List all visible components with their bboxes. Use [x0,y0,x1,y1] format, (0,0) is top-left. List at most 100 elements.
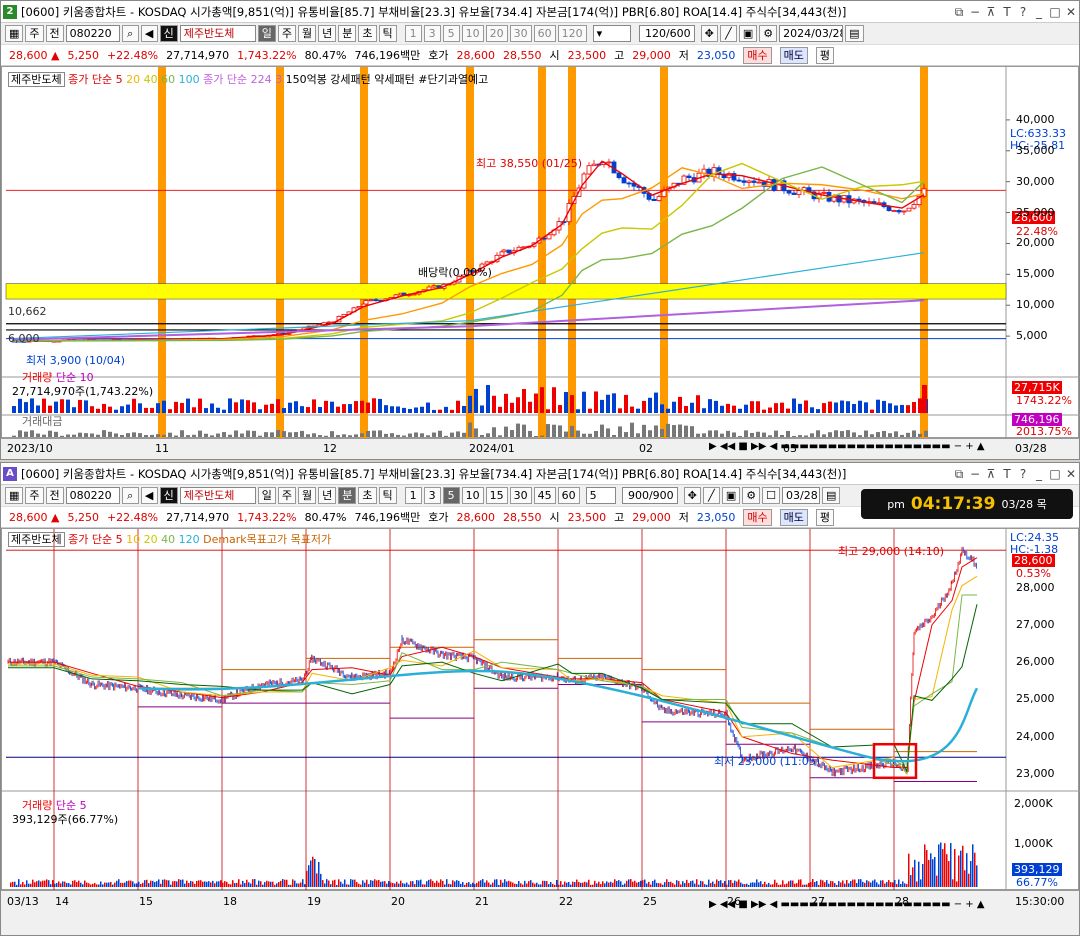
interval-3[interactable]: 3 [423,25,441,42]
volume-bar [422,884,424,887]
stock-code-input[interactable]: 080220 [65,487,120,504]
pin-icon[interactable]: ⊼ [983,466,999,482]
interval-60[interactable]: 60 [533,25,556,42]
sell-button[interactable]: 매도 [779,46,808,64]
min-icon[interactable]: _ [1031,466,1047,482]
tools-icon[interactable]: ✥ [683,487,701,504]
period-month[interactable]: 월 [298,487,317,504]
market-select[interactable]: 주 [25,487,44,504]
stock-code-input[interactable]: 080220 [65,25,120,42]
candle-body [901,210,907,213]
line-tool-icon[interactable]: ╱ [719,25,737,42]
close-icon[interactable]: ✕ [1063,466,1079,482]
period-minute[interactable]: 분 [338,25,357,42]
max-icon[interactable]: □ [1047,466,1063,482]
scroll-controls[interactable]: ▶ ◀◀ ■ ▶▶ ◀ ▬▬▬▬▬▬▬▬▬▬▬▬▬▬▬▬▬▬ − + ▲ [709,441,985,452]
help-icon[interactable]: ? [1015,466,1031,482]
interval-dropdown[interactable]: 5 [585,487,616,504]
buy-button[interactable]: 매수 [743,46,772,64]
close-icon[interactable]: ✕ [1063,4,1079,20]
interval-10[interactable]: 10 [461,25,484,42]
sound-icon[interactable]: ◀ [140,25,158,42]
interval-3[interactable]: 3 [423,487,441,504]
period-week[interactable]: 주 [277,25,297,42]
bar-count-input[interactable]: 120/600 [638,25,695,42]
volume-bar [66,883,68,887]
period-year[interactable]: 년 [318,487,337,504]
help-icon[interactable]: ? [1015,4,1031,20]
period-day[interactable]: 일 [257,25,276,42]
volume-bar [262,884,264,887]
volume-bar [178,879,180,887]
date-input[interactable]: 03/28 [782,487,821,504]
search-icon[interactable]: ⌕ [121,25,139,42]
settings-icon[interactable]: ⚙ [742,487,761,504]
minimize-icon[interactable]: − [967,4,983,20]
volume-bar [482,879,484,887]
pin-icon[interactable]: ⊼ [983,4,999,20]
text-icon[interactable]: T [999,4,1015,20]
settings-icon[interactable]: ⚙ [759,25,778,42]
interval-45[interactable]: 45 [533,487,556,504]
range-select[interactable]: 전 [45,25,64,42]
daily-chart-canvas[interactable] [2,67,1080,439]
sell-button[interactable]: 매도 [779,508,808,526]
sound-icon[interactable]: ◀ [140,487,158,504]
interval-30[interactable]: 30 [509,487,532,504]
amount-bar [426,435,430,437]
interval-5[interactable]: 5 [442,487,460,504]
interval-1[interactable]: 1 [404,25,422,42]
volume-bar [110,881,112,887]
checkbox[interactable]: ☐ [762,487,781,504]
tools-icon[interactable]: ✥ [700,25,718,42]
save-icon[interactable]: ▣ [738,25,758,42]
bar-count-input[interactable]: 900/900 [621,487,678,504]
volume-bar [524,880,526,887]
period-tick[interactable]: 틱 [378,487,397,504]
scroll-controls[interactable]: ▶ ◀◀ ■ ▶▶ ◀ ▬▬▬▬▬▬▬▬▬▬▬▬▬▬▬▬▬▬ − + ▲ [709,899,985,910]
interval-10[interactable]: 10 [461,487,484,504]
interval-15[interactable]: 15 [485,487,508,504]
calendar-icon[interactable]: ▤ [822,487,841,504]
interval-120[interactable]: 120 [557,25,587,42]
text-icon[interactable]: T [999,466,1015,482]
daily-chart[interactable]: 제주반도체 종가 단순 5 20 40 60 100 종가 단순 224 3 1… [1,66,1080,439]
avg-button[interactable]: 평 [815,508,834,526]
interval-30[interactable]: 30 [509,25,532,42]
period-year[interactable]: 년 [318,25,337,42]
interval-60[interactable]: 60 [557,487,580,504]
volume-bar [344,879,346,887]
period-tick[interactable]: 틱 [378,25,397,42]
period-month[interactable]: 월 [298,25,317,42]
period-minute[interactable]: 분 [338,487,357,504]
interval-dropdown[interactable]: ▾ [592,25,631,42]
buy-button[interactable]: 매수 [743,508,772,526]
grid-icon[interactable]: ▦ [5,25,24,42]
minimize-icon[interactable]: − [967,466,983,482]
period-second[interactable]: 초 [358,487,377,504]
period-second[interactable]: 초 [358,25,377,42]
min-icon[interactable]: _ [1031,4,1047,20]
period-day[interactable]: 일 [257,487,276,504]
save-icon[interactable]: ▣ [721,487,741,504]
interval-1[interactable]: 1 [404,487,422,504]
volume-bar [838,881,840,887]
grid-icon[interactable]: ▦ [5,487,24,504]
minute-chart[interactable]: 제주반도체 종가 단순 5 10 20 40 120 Demark목표고가 목표… [1,528,1080,891]
signal-bar-6 [660,67,668,439]
range-select[interactable]: 전 [45,487,64,504]
restore-icon[interactable]: ⧉ [951,4,967,20]
minute-chart-canvas[interactable] [2,529,1080,891]
avg-button[interactable]: 평 [815,46,834,64]
date-input[interactable]: 2024/03/28 [779,25,844,42]
calendar-icon[interactable]: ▤ [845,25,864,42]
volume-bar [240,884,242,887]
max-icon[interactable]: □ [1047,4,1063,20]
interval-5[interactable]: 5 [442,25,460,42]
interval-20[interactable]: 20 [485,25,508,42]
line-tool-icon[interactable]: ╱ [702,487,720,504]
restore-icon[interactable]: ⧉ [951,466,967,482]
market-select[interactable]: 주 [25,25,44,42]
search-icon[interactable]: ⌕ [121,487,139,504]
period-week[interactable]: 주 [277,487,297,504]
